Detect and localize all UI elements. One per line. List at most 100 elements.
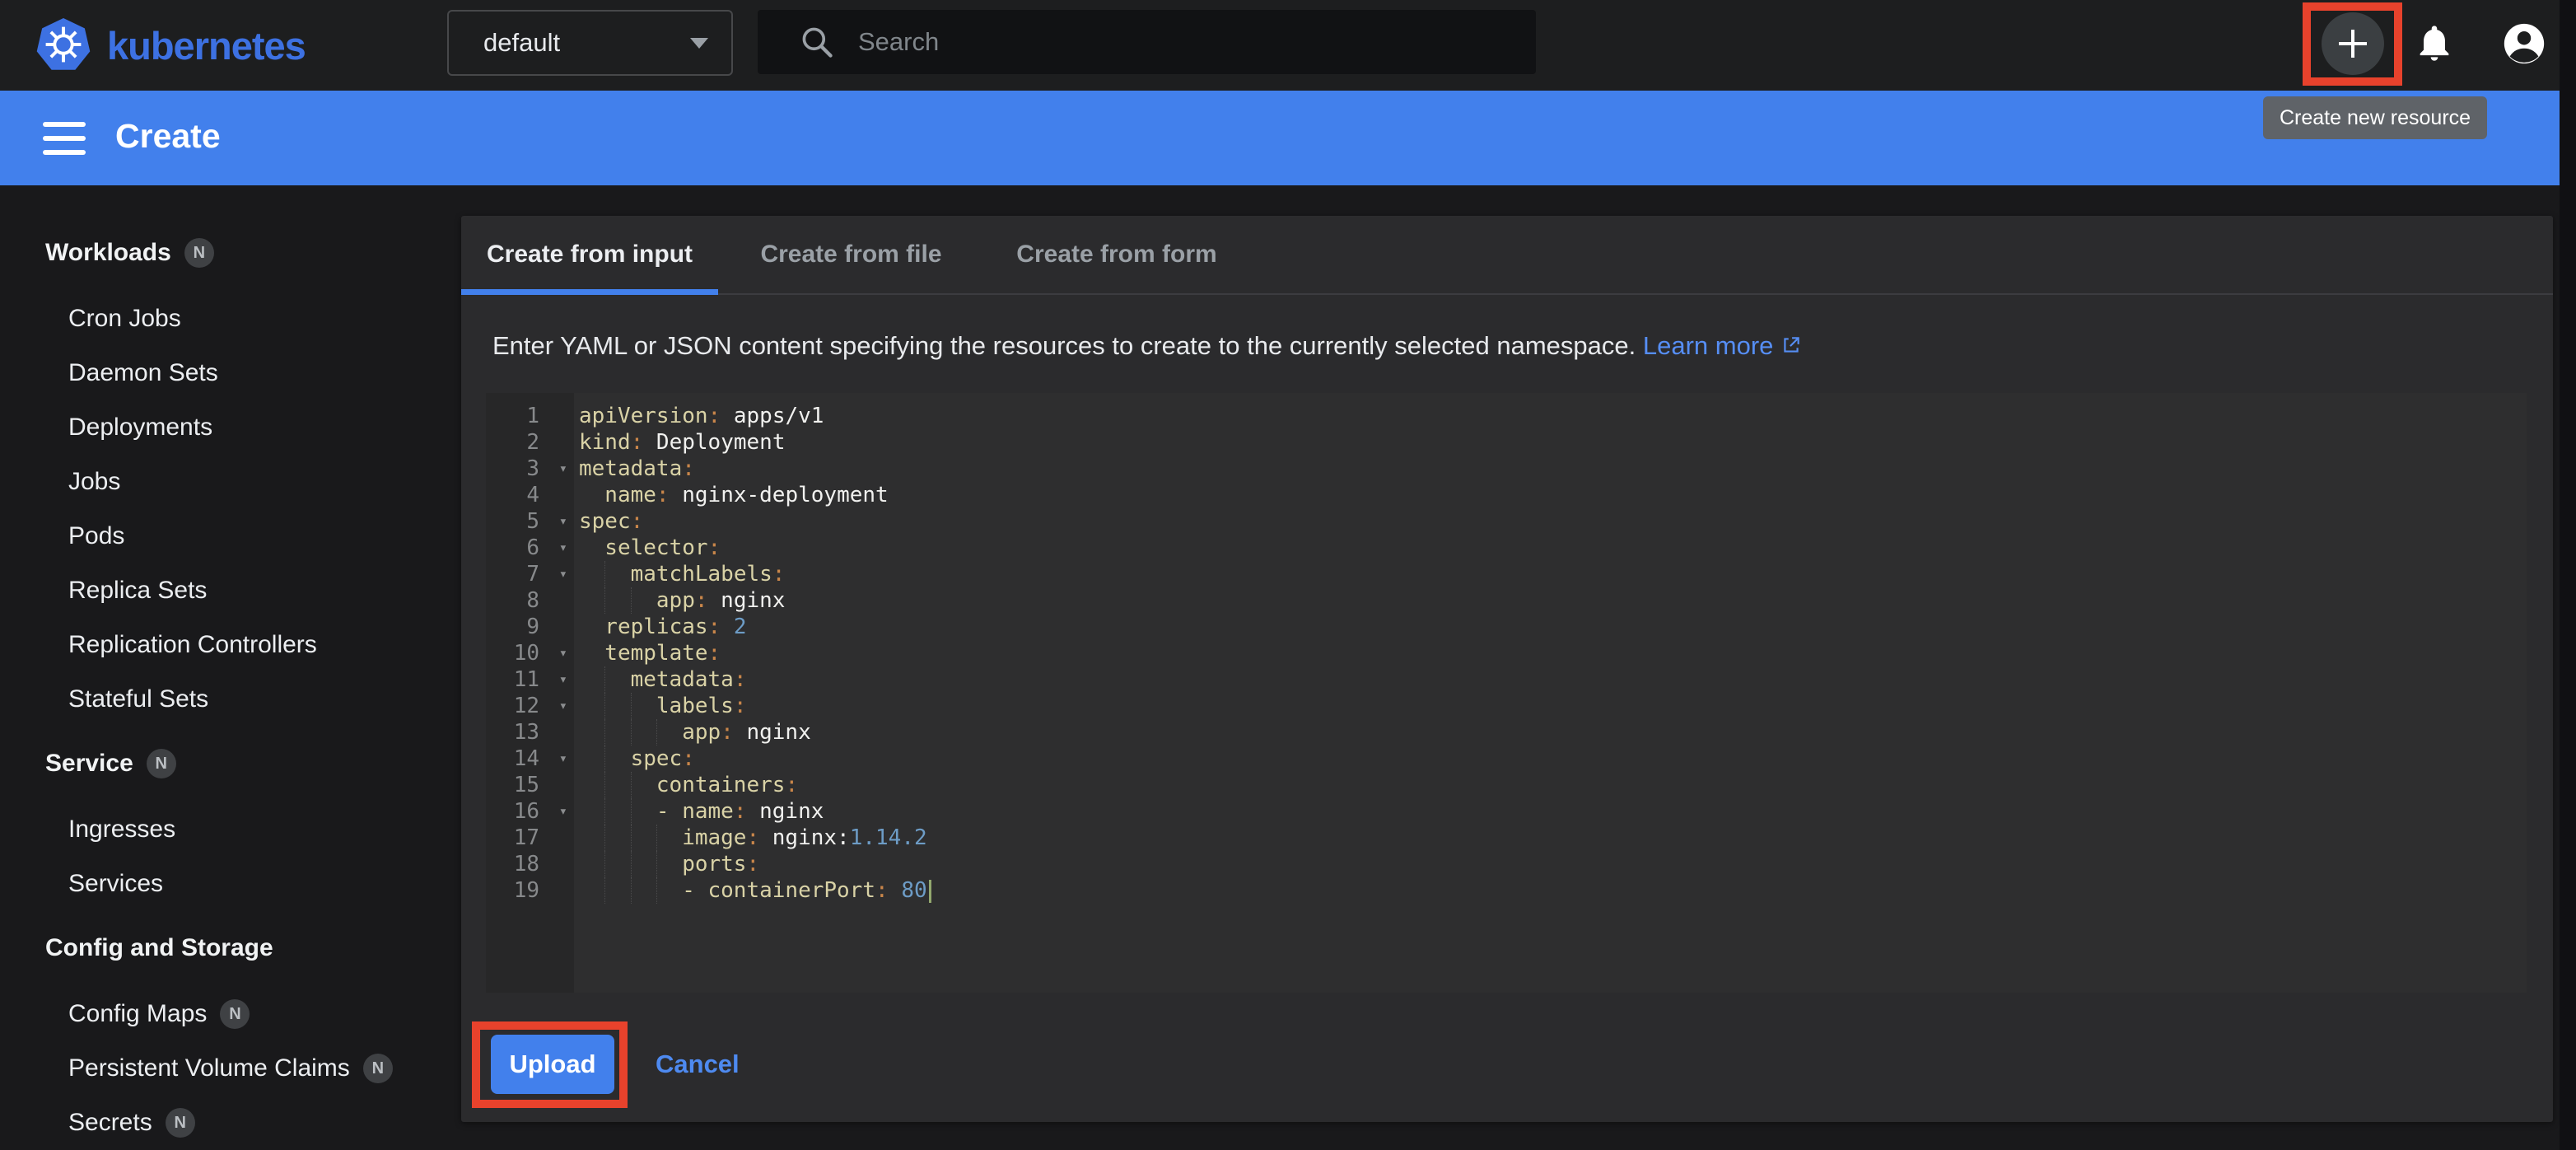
page-scrollbar[interactable] [2560,0,2576,1150]
code-line-1: apiVersion: apps/v1 [579,403,2527,429]
line-number[interactable]: 5▾ [486,508,574,535]
tab-label: Create from file [760,241,941,269]
create-card: Create from input Create from file Create … [461,216,2553,1122]
sidebar-item-ingresses[interactable]: Ingresses [0,802,461,857]
notifications-button[interactable] [2413,21,2456,68]
sidebar-section-service[interactable]: ServiceN [0,736,461,791]
fold-arrow-icon[interactable]: ▾ [559,746,567,772]
sidebar-item-cron-jobs[interactable]: Cron Jobs [0,292,461,346]
top-bar: kubernetes default Search [0,0,2576,91]
account-circle-icon [2500,20,2548,68]
tab-label: Create from form [1016,241,1216,269]
tab-create-from-input[interactable]: Create from input [461,216,718,293]
upload-button[interactable]: Upload [491,1035,614,1094]
namespace-selector[interactable]: default [447,10,733,76]
fold-arrow-icon[interactable]: ▾ [559,561,567,587]
tab-label: Create from input [487,241,693,269]
search-placeholder: Search [858,27,939,57]
tab-bar: Create from input Create from file Create … [461,216,2553,295]
code-line-6: selector: [579,535,2527,561]
line-number[interactable]: 9 [486,614,574,640]
sidebar-nav: Workloads N Cron Jobs Daemon Sets Deployment… [0,226,461,1150]
code-line-8: app: nginx [579,587,2527,614]
sidebar-item-label: Deployments [68,414,212,442]
line-number[interactable]: 8 [486,587,574,614]
line-number[interactable]: 2 [486,429,574,456]
namespaced-badge: N [147,749,176,778]
namespaced-badge: N [220,999,250,1029]
line-number[interactable]: 15 [486,772,574,798]
kubernetes-logo[interactable]: kubernetes [35,16,306,74]
search-input[interactable]: Search [758,10,1536,74]
sidebar-item-daemon-sets[interactable]: Daemon Sets [0,346,461,400]
sidebar-item-persistent-volume-claims[interactable]: Persistent Volume ClaimsN [0,1041,461,1096]
line-number[interactable]: 10▾ [486,640,574,666]
sidebar-item-deployments[interactable]: Deployments [0,400,461,455]
line-number[interactable]: 16▾ [486,798,574,825]
sidebar-item-label: Daemon Sets [68,359,218,387]
code-line-5: spec: [579,508,2527,535]
code-line-11: metadata: [579,666,2527,693]
editor-code-area[interactable]: apiVersion: apps/v1kind: Deploymentmetad… [574,393,2527,993]
sidebar-item-config-maps[interactable]: Config Maps N [0,987,461,1041]
sidebar-item-label: Persistent Volume Claims [68,1054,350,1082]
sidebar-item-label: Pods [68,522,124,550]
yaml-editor[interactable]: 123▾45▾6▾7▾8910▾11▾12▾1314▾1516▾171819 a… [486,393,2527,993]
sidebar-item-services[interactable]: Services [0,857,461,911]
search-icon [799,24,835,60]
sidebar-item-replication-controllers[interactable]: Replication Controllers [0,618,461,672]
namespaced-badge: N [184,238,214,268]
menu-button[interactable] [43,122,86,155]
fold-arrow-icon[interactable]: ▾ [559,693,567,719]
kubernetes-helm-icon [35,16,92,74]
fold-arrow-icon[interactable]: ▾ [559,456,567,482]
account-button[interactable] [2500,20,2548,72]
namespace-value: default [483,28,560,58]
line-number[interactable]: 19 [486,877,574,904]
code-line-13: app: nginx [579,719,2527,746]
line-number[interactable]: 18 [486,851,574,877]
tab-create-from-file[interactable]: Create from file [718,216,984,293]
fold-arrow-icon[interactable]: ▾ [559,535,567,561]
sidebar-item-pods[interactable]: Pods [0,509,461,563]
code-line-17: image: nginx:1.14.2 [579,825,2527,851]
fold-arrow-icon[interactable]: ▾ [559,666,567,693]
brand-wordmark: kubernetes [107,23,306,68]
tab-create-from-form[interactable]: Create from form [984,216,1249,293]
sidebar-section-workloads[interactable]: Workloads N [0,226,461,280]
line-number[interactable]: 7▾ [486,561,574,587]
line-number[interactable]: 17 [486,825,574,851]
fold-arrow-icon[interactable]: ▾ [559,508,567,535]
fold-arrow-icon[interactable]: ▾ [559,640,567,666]
app-bar: Create [0,91,2576,185]
line-number[interactable]: 13 [486,719,574,746]
line-number[interactable]: 4 [486,482,574,508]
namespaced-badge: N [166,1108,195,1138]
line-number[interactable]: 12▾ [486,693,574,719]
sidebar-item-label: Cron Jobs [68,305,181,333]
sidebar-item-stateful-sets[interactable]: Stateful Sets [0,672,461,727]
sidebar-item-replica-sets[interactable]: Replica Sets [0,563,461,618]
sidebar-item-label: Stateful Sets [68,685,208,713]
sidebar-item-secrets[interactable]: SecretsN [0,1096,461,1150]
line-number[interactable]: 1 [486,403,574,429]
line-number[interactable]: 11▾ [486,666,574,693]
cancel-button[interactable]: Cancel [656,1035,740,1094]
instruction-text: Enter YAML or JSON content specifying th… [492,331,2518,361]
annotation-highlight-box [2303,2,2402,86]
menu-icon [43,122,86,127]
code-line-10: template: [579,640,2527,666]
sidebar-item-label: Config Maps [68,1000,207,1028]
code-line-9: replicas: 2 [579,614,2527,640]
learn-more-link[interactable]: Learn more [1643,331,1802,360]
line-number[interactable]: 6▾ [486,535,574,561]
chevron-down-icon [690,38,708,49]
sidebar-section-label: Workloads [45,239,171,267]
sidebar-section-config-and-storage[interactable]: Config and Storage [0,921,461,975]
sidebar-item-jobs[interactable]: Jobs [0,455,461,509]
line-number[interactable]: 3▾ [486,456,574,482]
line-number[interactable]: 14▾ [486,746,574,772]
fold-arrow-icon[interactable]: ▾ [559,798,567,825]
code-line-3: metadata: [579,456,2527,482]
sidebar-item-label: Replica Sets [68,577,207,605]
